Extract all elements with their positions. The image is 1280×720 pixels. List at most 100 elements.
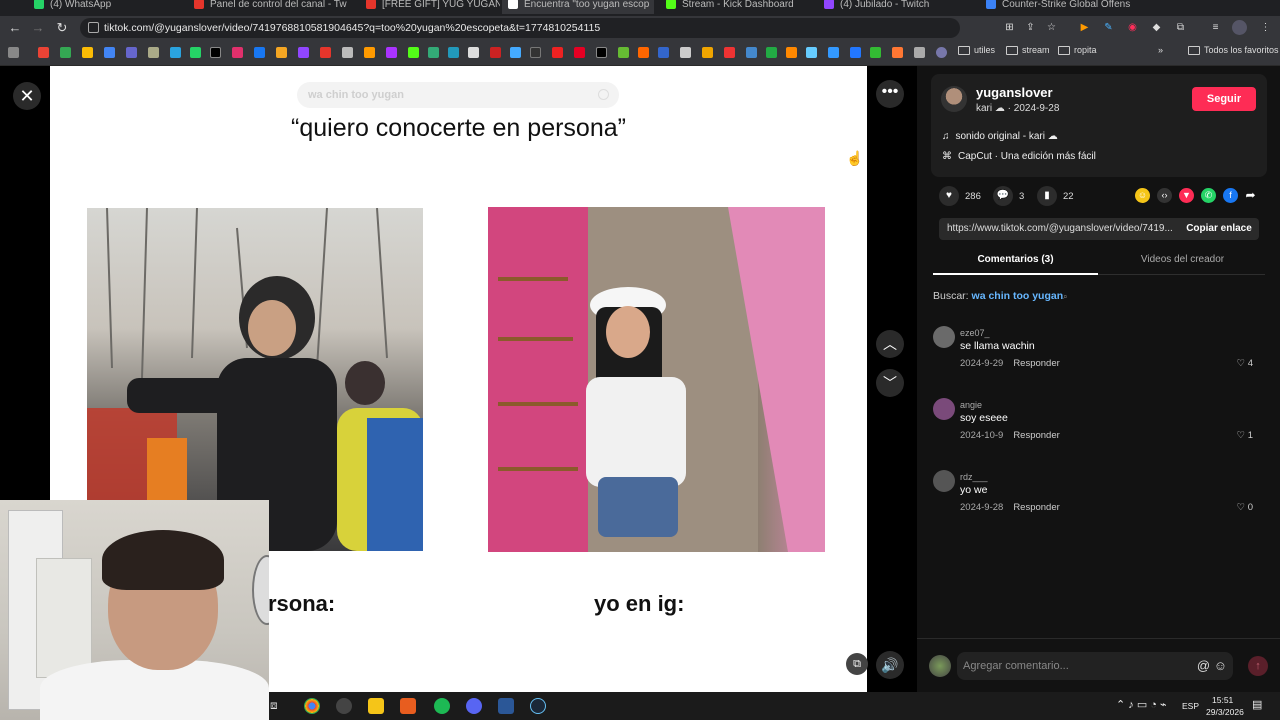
volume-icon[interactable]: 🔊 [876, 651, 904, 679]
reply-button[interactable]: Responder [1013, 358, 1059, 369]
bookmark-icon[interactable] [618, 47, 629, 58]
translate-icon[interactable]: ⊞ [1002, 20, 1017, 35]
discord-icon[interactable] [466, 698, 482, 714]
tab-creator-videos[interactable]: Videos del creador [1100, 254, 1265, 265]
creator-username[interactable]: yuganslover [976, 85, 1053, 100]
maps-icon[interactable] [60, 47, 71, 58]
related-search[interactable]: Buscar: wa chin too yugan⌕ [933, 290, 1068, 302]
bookmark-icon[interactable] [342, 47, 353, 58]
facebook-icon[interactable] [254, 47, 265, 58]
forward-icon[interactable]: → [29, 19, 47, 37]
share-arrow-icon[interactable]: ➦ [1243, 188, 1258, 203]
browser-tab-active[interactable]: Encuentra "too yugan escop [502, 0, 654, 14]
comment-input[interactable]: Agregar comentario... @ ☺ [957, 652, 1233, 680]
chrome-icon[interactable] [304, 698, 320, 714]
bookmark-icon[interactable] [702, 47, 713, 58]
clock-date[interactable]: 29/3/2026 [1206, 707, 1244, 717]
bookmark-icon[interactable] [364, 47, 375, 58]
browser-tab[interactable]: (4) WhatsApp [28, 0, 188, 14]
mini-player-icon[interactable]: ⧉ [846, 653, 868, 675]
bookmark-folder[interactable]: ropita [1058, 45, 1097, 55]
all-bookmarks[interactable]: Todos los favoritos [1188, 45, 1279, 55]
bookmark-icon[interactable] [936, 47, 947, 58]
soundcloud-icon[interactable] [638, 47, 649, 58]
input-language[interactable]: ESP [1182, 701, 1199, 711]
capcut-link[interactable]: ⌘ CapCut · Una edición más fácil [942, 151, 1096, 162]
bookmark-icon[interactable] [828, 47, 839, 58]
gmail-icon[interactable] [38, 47, 49, 58]
bookmark-icon[interactable] [680, 47, 691, 58]
facebook-share-icon[interactable]: f [1223, 188, 1238, 203]
bookmark-icon[interactable] [126, 47, 137, 58]
obs-icon[interactable] [336, 698, 352, 714]
browser-tab[interactable]: [FREE GIFT] YUG YUGAN VS HO [360, 0, 500, 14]
bookmark-icon[interactable] [428, 47, 439, 58]
more-options-icon[interactable]: ••• [876, 80, 904, 108]
install-icon[interactable]: ⇪ [1023, 20, 1038, 35]
like-button[interactable]: ♥ 286 [939, 186, 981, 206]
pinterest-icon[interactable] [574, 47, 585, 58]
drive-icon[interactable] [82, 47, 93, 58]
bookmark-icon[interactable] [468, 47, 479, 58]
brave-icon[interactable] [400, 698, 416, 714]
file-explorer-icon[interactable] [368, 698, 384, 714]
extension-icon[interactable]: ◆ [1149, 20, 1164, 35]
follow-button[interactable]: Seguir [1192, 87, 1256, 111]
bookmark-icon[interactable] [870, 47, 881, 58]
sound-link[interactable]: ♫ sonido original - kari ☁ [942, 131, 1058, 142]
close-icon[interactable]: ✕ [13, 82, 41, 110]
kick-icon[interactable] [408, 47, 419, 58]
back-icon[interactable]: ← [6, 19, 24, 37]
record-icon[interactable]: ◉ [1125, 20, 1140, 35]
media-icon[interactable]: ≡ [1208, 20, 1223, 35]
docs-icon[interactable] [104, 47, 115, 58]
bookmark-icon[interactable] [806, 47, 817, 58]
extension-icon[interactable]: ▶ [1077, 20, 1092, 35]
more-bookmarks-icon[interactable]: » [1158, 45, 1163, 55]
system-tray-icons[interactable]: ⌃ ♪ ▭ ◔ ⌁ [1116, 698, 1167, 711]
task-view-icon[interactable]: ⧈ [270, 698, 286, 714]
reply-button[interactable]: Responder [1013, 430, 1059, 441]
instagram-icon[interactable] [232, 47, 243, 58]
bookmark-icon[interactable] [746, 47, 757, 58]
clock-time[interactable]: 15:51 [1212, 695, 1233, 705]
bookmark-icon[interactable] [552, 47, 563, 58]
site-info-icon[interactable] [88, 22, 99, 33]
notifications-icon[interactable]: ▤ [1252, 698, 1262, 711]
bookmark-icon[interactable] [766, 47, 777, 58]
browser-tab[interactable]: Panel de control del canal - Tw [188, 0, 358, 14]
save-button[interactable]: ▮ 22 [1037, 186, 1074, 206]
x-icon[interactable] [210, 47, 221, 58]
youtube-icon[interactable] [320, 47, 331, 58]
bookmark-folder[interactable]: stream [1006, 45, 1050, 55]
bookmark-icon[interactable] [510, 47, 521, 58]
bookmark-icon[interactable] [490, 47, 501, 58]
whatsapp-share-icon[interactable]: ✆ [1201, 188, 1216, 203]
chevron-up-icon[interactable]: ︿ [876, 330, 904, 358]
avatar[interactable] [933, 398, 955, 420]
avatar[interactable] [933, 470, 955, 492]
browser-tab[interactable]: (4) Jubilado - Twitch [818, 0, 968, 14]
bookmark-icon[interactable] [148, 47, 159, 58]
bookmark-icon[interactable] [786, 47, 797, 58]
avatar[interactable] [933, 326, 955, 348]
share-link-field[interactable]: https://www.tiktok.com/@yuganslover/vide… [947, 218, 1173, 240]
bookmark-icon[interactable] [276, 47, 287, 58]
comment-like-button[interactable]: ♡ 0 [1237, 502, 1253, 513]
app-icon[interactable] [498, 698, 514, 714]
bookmark-icon[interactable] [530, 47, 541, 58]
puzzle-icon[interactable]: ⧉ [1173, 20, 1188, 35]
embed-icon[interactable]: ‹› [1157, 188, 1172, 203]
bookmark-icon[interactable] [658, 47, 669, 58]
bookmark-icon[interactable] [892, 47, 903, 58]
browser-tab[interactable]: Counter-Strike Global Offensive [980, 0, 1130, 14]
bookmark-star-icon[interactable]: ☆ [1044, 20, 1059, 35]
tiktok-icon[interactable] [596, 47, 607, 58]
whatsapp-icon[interactable] [190, 47, 201, 58]
bookmark-icon[interactable] [448, 47, 459, 58]
extension-icon[interactable]: ✎ [1101, 20, 1116, 35]
copy-link-button[interactable]: Copiar enlace [1179, 218, 1259, 240]
bookmark-icon[interactable] [914, 47, 925, 58]
comment-like-button[interactable]: ♡ 1 [1237, 430, 1253, 441]
bookmark-icon[interactable] [386, 47, 397, 58]
